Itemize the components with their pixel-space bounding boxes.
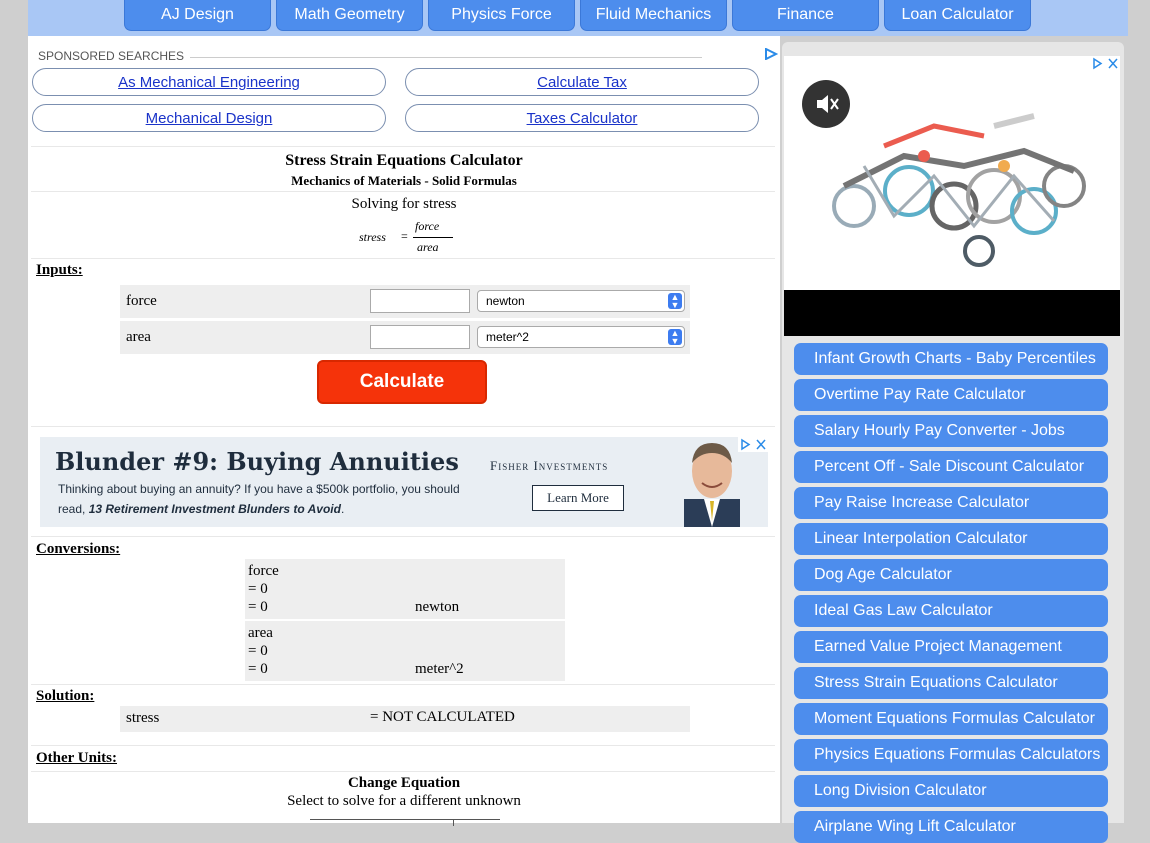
- divider: [31, 258, 775, 259]
- formula-equals: =: [401, 229, 408, 243]
- sidebar-link-dog-age[interactable]: Dog Age Calculator: [794, 559, 1108, 591]
- formula: stress = force area: [359, 219, 459, 257]
- select-arrows-icon: ▲ ▼: [668, 329, 682, 346]
- input-label-area: area: [126, 329, 151, 345]
- fraction-bar: [413, 237, 453, 238]
- force-input[interactable]: [370, 289, 470, 313]
- solution-row: stress = NOT CALCULATED: [120, 706, 690, 732]
- conversion-value: = 0: [248, 661, 268, 677]
- video-frame: [784, 56, 1120, 290]
- ad-cta-button[interactable]: Learn More: [532, 485, 624, 511]
- ad-body-prefix: read,: [58, 502, 89, 516]
- nav-aj-design[interactable]: AJ Design: [124, 0, 271, 31]
- ad-banner[interactable]: Blunder #9: Buying Annuities Fisher Inve…: [40, 437, 768, 527]
- sponsored-link-mechanical-engineering[interactable]: As Mechanical Engineering: [32, 68, 386, 96]
- input-row-force: force newton ▲ ▼: [120, 285, 690, 318]
- sponsored-link-calculate-tax[interactable]: Calculate Tax: [405, 68, 759, 96]
- divider: [31, 684, 775, 685]
- sidebar: Infant Growth Charts - Baby Percentiles …: [782, 42, 1124, 843]
- force-unit-value: newton: [486, 294, 525, 308]
- sidebar-link-physics-equations[interactable]: Physics Equations Formulas Calculators: [794, 739, 1108, 771]
- main-content: SPONSORED SEARCHES As Mechanical Enginee…: [28, 36, 780, 826]
- formula-numerator: force: [415, 219, 440, 233]
- conversion-unit: newton: [415, 599, 460, 615]
- force-unit-select[interactable]: newton ▲ ▼: [477, 290, 685, 312]
- calculator-subtitle: Mechanics of Materials - Solid Formulas: [291, 173, 517, 188]
- calculate-button[interactable]: Calculate: [317, 360, 487, 404]
- conversion-force: force = 0 = 0 newton: [245, 559, 565, 619]
- sidebar-link-earned-value[interactable]: Earned Value Project Management: [794, 631, 1108, 663]
- nav-finance[interactable]: Finance: [732, 0, 879, 31]
- sidebar-link-stress-strain[interactable]: Stress Strain Equations Calculator: [794, 667, 1108, 699]
- sidebar-link-long-division[interactable]: Long Division Calculator: [794, 775, 1108, 807]
- sidebar-link-moment-equations[interactable]: Moment Equations Formulas Calculator: [794, 703, 1108, 735]
- ad-body-bold: 13 Retirement Investment Blunders to Avo…: [88, 502, 341, 516]
- nav-math-geometry[interactable]: Math Geometry: [276, 0, 423, 31]
- adchoices-icon[interactable]: [764, 48, 778, 60]
- sidebar-link-salary-hourly[interactable]: Salary Hourly Pay Converter - Jobs: [794, 415, 1108, 447]
- conversion-value: = 0: [248, 581, 268, 597]
- sponsored-link-mechanical-design[interactable]: Mechanical Design: [32, 104, 386, 132]
- divider: [31, 536, 775, 537]
- area-unit-value: meter^2: [486, 330, 529, 344]
- conversion-value: = 0: [248, 599, 268, 615]
- inputs-heading: Inputs:: [36, 262, 83, 278]
- ad-headline: Blunder #9: Buying Annuities: [55, 447, 459, 476]
- sidebar-link-percent-off[interactable]: Percent Off - Sale Discount Calculator: [794, 451, 1108, 483]
- sidebar-link-infant-growth[interactable]: Infant Growth Charts - Baby Percentiles: [794, 343, 1108, 375]
- solution-heading: Solution:: [36, 688, 95, 704]
- sponsored-label: SPONSORED SEARCHES: [38, 49, 185, 63]
- conversion-name: force: [248, 563, 279, 579]
- ad-body-line2: read, 13 Retirement Investment Blunders …: [58, 502, 344, 516]
- sponsored-link-taxes-calculator[interactable]: Taxes Calculator: [405, 104, 759, 132]
- adchoices-close-icon: [741, 438, 766, 451]
- adchoices-close-icon: [1093, 57, 1118, 70]
- ad-body-line1: Thinking about buying an annuity? If you…: [58, 482, 460, 496]
- nav-fluid-mechanics[interactable]: Fluid Mechanics: [580, 0, 727, 31]
- divider: [31, 745, 775, 746]
- sidebar-link-overtime-pay[interactable]: Overtime Pay Rate Calculator: [794, 379, 1108, 411]
- area-input[interactable]: [370, 325, 470, 349]
- sidebar-link-airplane-wing[interactable]: Airplane Wing Lift Calculator: [794, 811, 1108, 843]
- sidebar-link-pay-raise[interactable]: Pay Raise Increase Calculator: [794, 487, 1108, 519]
- divider: [31, 771, 775, 772]
- divider: [31, 426, 775, 427]
- ad-close-controls[interactable]: [738, 437, 768, 452]
- solution-value: = NOT CALCULATED: [370, 709, 515, 725]
- top-navigation: AJ Design Math Geometry Physics Force Fl…: [28, 0, 1128, 36]
- conversion-unit: meter^2: [415, 661, 464, 677]
- video-ad-controls[interactable]: [1090, 56, 1120, 71]
- equation-selector[interactable]: [310, 819, 500, 830]
- ad-brand: Fisher Investments: [490, 458, 609, 473]
- formula-lhs: stress: [359, 230, 386, 244]
- selector-divider: [453, 820, 454, 826]
- input-row-area: area meter^2 ▲ ▼: [120, 321, 690, 354]
- conversion-name: area: [248, 625, 273, 641]
- conversion-area: area = 0 = 0 meter^2: [245, 621, 565, 681]
- change-equation-title: Change Equation: [347, 775, 461, 791]
- area-unit-select[interactable]: meter^2 ▲ ▼: [477, 326, 685, 348]
- nav-physics-force[interactable]: Physics Force: [428, 0, 575, 31]
- ad-body-suffix: .: [340, 502, 345, 516]
- sidebar-link-linear-interpolation[interactable]: Linear Interpolation Calculator: [794, 523, 1108, 555]
- divider: [31, 146, 775, 147]
- mute-button[interactable]: [802, 80, 850, 128]
- calculator-title: Stress Strain Equations Calculator: [285, 152, 523, 169]
- input-label-force: force: [126, 293, 157, 309]
- solution-label: stress: [126, 710, 160, 726]
- divider: [31, 191, 775, 192]
- mute-icon: [817, 95, 839, 113]
- select-arrows-icon: ▲ ▼: [668, 293, 682, 310]
- conversions-heading: Conversions:: [36, 541, 121, 557]
- video-ad[interactable]: [784, 56, 1120, 336]
- other-units-heading: Other Units:: [36, 750, 117, 766]
- sidebar-link-ideal-gas[interactable]: Ideal Gas Law Calculator: [794, 595, 1108, 627]
- nav-loan-calculator[interactable]: Loan Calculator: [884, 0, 1031, 31]
- formula-denominator: area: [417, 240, 439, 254]
- change-equation-subtitle: Select to solve for a different unknown: [287, 793, 521, 809]
- conversion-value: = 0: [248, 643, 268, 659]
- solving-for-label: Solving for stress: [351, 196, 457, 212]
- sponsored-divider: [190, 57, 702, 58]
